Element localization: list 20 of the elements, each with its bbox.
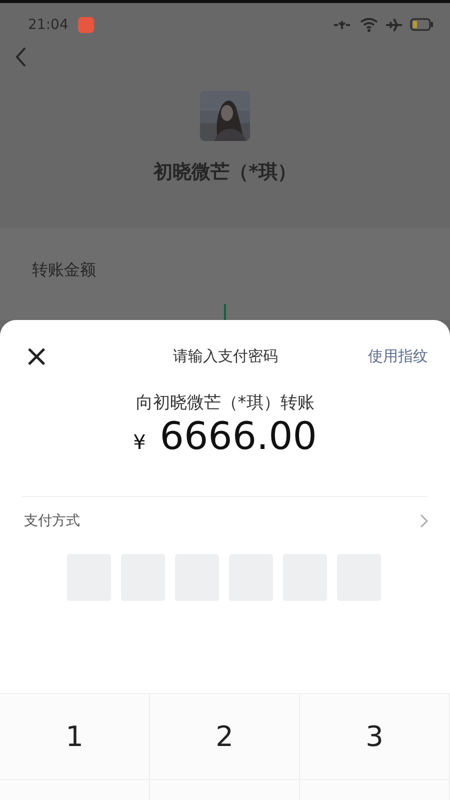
keypad-key[interactable]: 1 <box>0 694 150 780</box>
airplane-icon <box>386 18 402 32</box>
keypad-key[interactable]: 3 <box>300 694 450 780</box>
chevron-right-icon <box>420 514 428 528</box>
close-button[interactable]: × <box>20 342 54 372</box>
recording-icon <box>78 16 94 32</box>
wifi-icon <box>360 18 378 32</box>
back-icon[interactable] <box>14 46 28 68</box>
keypad-key[interactable]: 2 <box>150 694 300 780</box>
payee-name: 初晓微芒（*琪） <box>154 160 296 185</box>
battery-icon <box>410 18 434 31</box>
payment-method-row[interactable]: 支付方式 <box>0 497 450 544</box>
amount-label: 转账金额 <box>32 260 96 279</box>
status-time: 21:04 <box>28 16 68 32</box>
recipient-text: 向初晓微芒（*琪）转账 <box>134 392 316 414</box>
sheet-title: 请输入支付密码 <box>172 347 280 366</box>
amount-value: 6666.00 <box>160 414 317 458</box>
currency-symbol: ¥ <box>133 430 146 454</box>
fingerprint-link[interactable]: 使用指纹 <box>368 347 428 366</box>
text-cursor <box>224 304 226 320</box>
